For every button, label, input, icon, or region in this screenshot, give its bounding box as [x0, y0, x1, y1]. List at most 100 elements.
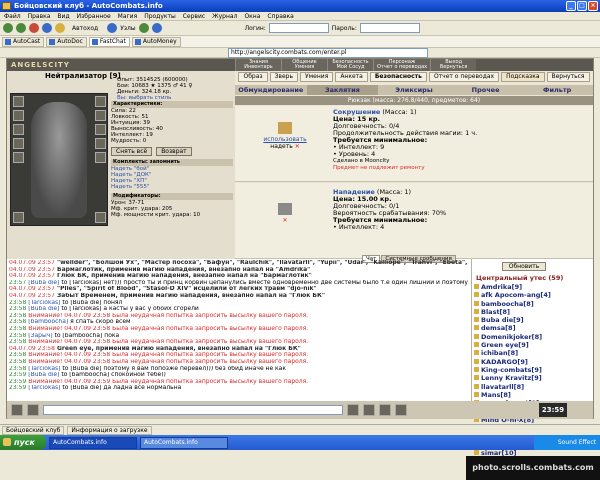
user-list-item[interactable]: Blast[8]: [474, 308, 551, 316]
filter-icon[interactable]: [363, 404, 375, 416]
sound-icon[interactable]: [379, 404, 391, 416]
menu-help[interactable]: Справка: [267, 13, 293, 20]
user-list-item[interactable]: Lenny Kravitz[9]: [474, 374, 551, 382]
nav-exit[interactable]: Выход Вернуться: [430, 59, 477, 71]
tab-spells[interactable]: Заклятия: [306, 85, 379, 95]
message-author[interactable]: [Tarciokas]: [28, 366, 60, 372]
slot-earring[interactable]: [95, 96, 106, 107]
forward-icon[interactable]: [16, 23, 26, 33]
user-list-item[interactable]: Amdrika[9]: [474, 283, 551, 291]
user-list-item[interactable]: afk Apocom-ang[4]: [474, 291, 551, 299]
return-button[interactable]: Возврат: [156, 147, 192, 156]
slot-pocket-2[interactable]: [95, 212, 106, 223]
features-header[interactable]: Характеристики:: [111, 101, 233, 108]
nodes-icon[interactable]: [107, 23, 118, 33]
menu-file[interactable]: Файл: [4, 13, 21, 20]
settings-icon[interactable]: [395, 404, 407, 416]
message-author[interactable]: Внимание!: [28, 339, 62, 345]
nav-return[interactable]: Вернуться: [546, 72, 590, 82]
set-link[interactable]: Надеть "555": [111, 184, 233, 190]
nav-pet[interactable]: Зверь: [269, 72, 298, 82]
maximize-button[interactable]: □: [577, 1, 587, 11]
user-list-item[interactable]: Domenikjoker[8]: [474, 333, 551, 341]
tab-equipment[interactable]: Обмундирование: [235, 85, 307, 95]
refresh-icon[interactable]: [42, 23, 52, 33]
close-button[interactable]: ×: [588, 1, 598, 11]
message-author[interactable]: [Buba die]: [28, 306, 59, 312]
nav-image[interactable]: Образ: [238, 72, 268, 82]
message-author[interactable]: Внимание!: [28, 359, 62, 365]
message-author[interactable]: [Tarciokas]: [28, 300, 60, 306]
message-author[interactable]: [Buba die]: [28, 372, 59, 378]
delete-icon[interactable]: ✕: [282, 217, 287, 224]
slot-pocket[interactable]: [13, 212, 24, 223]
message-author[interactable]: Внимание!: [28, 326, 62, 332]
slot-armor[interactable]: [13, 138, 24, 149]
nav-security-btn[interactable]: Безопасность: [369, 72, 427, 82]
nav-character[interactable]: Персонаж Отчет о переводах: [373, 59, 431, 71]
message-author[interactable]: Внимание!: [28, 313, 62, 319]
message-author[interactable]: [bamboocha]: [28, 319, 68, 325]
tool-icon-2[interactable]: [151, 23, 162, 33]
use-link[interactable]: использовать: [241, 136, 329, 143]
message-author[interactable]: [Зарыч]: [28, 333, 52, 339]
smile-icon[interactable]: [27, 404, 39, 416]
menu-magic[interactable]: Магия: [118, 13, 138, 20]
autogo-button[interactable]: Автоход: [72, 25, 98, 32]
slot-gloves[interactable]: [95, 110, 106, 121]
menu-service[interactable]: Сервис: [183, 13, 205, 20]
url-input[interactable]: http://angelscity.combats.com/enter.pl: [228, 47, 428, 58]
tab-other[interactable]: Прочее: [450, 85, 522, 95]
send-icon[interactable]: [347, 404, 359, 416]
stop-icon[interactable]: [29, 23, 39, 33]
menu-journal[interactable]: Журнал: [212, 13, 237, 20]
undress-all-button[interactable]: Снять всё: [111, 147, 153, 156]
taskbar-item[interactable]: AutoCombats.info: [140, 436, 228, 449]
mods-header[interactable]: Модификаторы:: [111, 193, 233, 200]
tab-fastchat[interactable]: FastChat: [88, 36, 130, 47]
delete-icon[interactable]: ✕: [295, 143, 300, 150]
nav-knowledge[interactable]: Знания Инвентарь: [235, 59, 281, 71]
refresh-button[interactable]: Обновить: [502, 262, 546, 271]
tab-elixirs[interactable]: Эликсиры: [378, 85, 450, 95]
status-tab[interactable]: Бойцовский клуб: [2, 425, 65, 435]
message-author[interactable]: Внимание!: [28, 352, 62, 358]
message-author[interactable]: Внимание!: [28, 379, 62, 385]
nav-transfers[interactable]: Отчет о переводах: [428, 72, 500, 82]
menu-windows[interactable]: Окна: [244, 13, 260, 20]
user-list-item[interactable]: ichiban[8]: [474, 349, 551, 357]
tab-autodoc[interactable]: AutoDoc: [46, 36, 87, 47]
slot-belt[interactable]: [13, 152, 24, 163]
nav-security[interactable]: Безопасность Мой Сосуд: [327, 59, 373, 71]
slot-amulet[interactable]: [13, 110, 24, 121]
home-icon[interactable]: [55, 23, 65, 33]
message-author[interactable]: [Buba die]: [28, 280, 59, 286]
sets-header[interactable]: Комплекты: запомнить: [111, 159, 233, 166]
nav-profile[interactable]: Анкета: [335, 72, 368, 82]
start-button[interactable]: пуск: [0, 435, 46, 450]
chat-icon[interactable]: [11, 404, 23, 416]
user-list-item[interactable]: demsa[8]: [474, 324, 551, 332]
message-author[interactable]: [Tarciokas]: [28, 385, 60, 391]
slot-ring[interactable]: [95, 138, 106, 149]
tab-autocast[interactable]: AutoCast: [2, 36, 45, 47]
nav-skills[interactable]: Умения: [300, 72, 334, 82]
taskbar-item[interactable]: AutoCombats.info: [49, 436, 137, 449]
password-input[interactable]: [359, 23, 420, 33]
tool-icon[interactable]: [138, 23, 149, 33]
user-list-item[interactable]: Mans[8]: [474, 391, 551, 399]
menu-view[interactable]: Вид: [57, 13, 69, 20]
menu-edit[interactable]: Правка: [28, 13, 51, 20]
menu-favorites[interactable]: Избранное: [77, 13, 111, 20]
back-icon[interactable]: [3, 23, 13, 33]
user-list-item[interactable]: llavatarll[8]: [474, 383, 551, 391]
character-name[interactable]: Нейтрализатор [9]: [45, 72, 121, 80]
nav-hint[interactable]: Подсказка: [501, 72, 545, 82]
equip-link[interactable]: надеть ✕: [241, 143, 329, 150]
minimize-button[interactable]: _: [566, 1, 576, 11]
nav-communication[interactable]: Общение Умения: [281, 59, 327, 71]
tab-automoney[interactable]: AutoMoney: [131, 36, 181, 47]
user-list-item[interactable]: Green eye[9]: [474, 341, 551, 349]
chat-input[interactable]: [43, 405, 343, 415]
tab-filter[interactable]: Фильтр: [521, 85, 593, 95]
